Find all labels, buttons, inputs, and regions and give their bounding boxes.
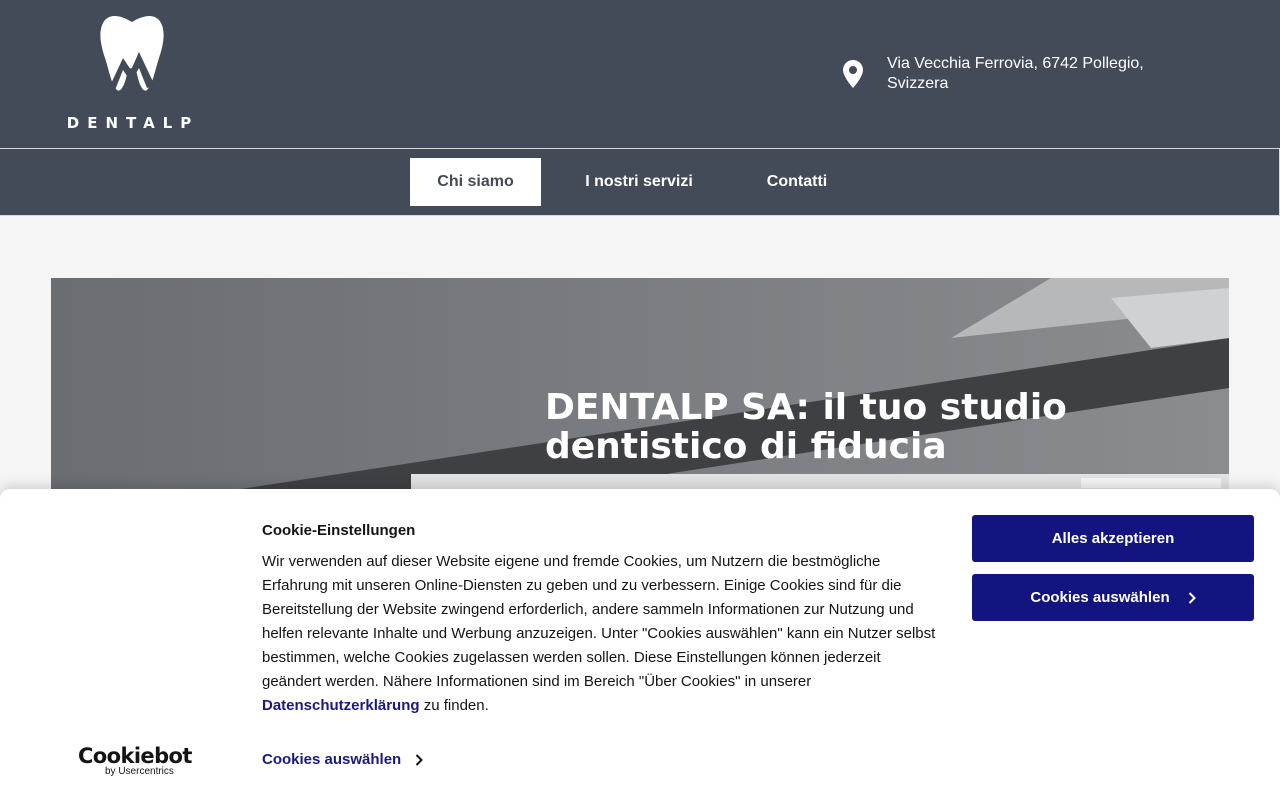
cookie-body: Wir verwenden auf dieser Website eigene … xyxy=(262,550,942,718)
select-cookies-button[interactable]: Cookies auswählen xyxy=(972,574,1254,621)
cookie-body-text: Wir verwenden auf dieser Website eigene … xyxy=(262,553,936,690)
address-block: Via Vecchia Ferrovia, 6742 Pollegio, Svi… xyxy=(843,54,1187,94)
cookie-banner: Cookiebot by Usercentrics Cookie-Einstel… xyxy=(0,489,1280,800)
accept-all-button[interactable]: Alles akzeptieren xyxy=(972,515,1254,562)
cookiebot-brand-sub: by Usercentrics xyxy=(105,766,174,777)
hero-title: DENTALP SA: il tuo studio dentistico di … xyxy=(545,387,1067,467)
location-pin-icon xyxy=(843,60,863,88)
cookiebot-brand: Cookiebot xyxy=(78,744,192,768)
tooth-icon xyxy=(100,16,164,91)
cookie-body-suffix: zu finden. xyxy=(419,697,489,714)
select-cookies-button-label: Cookies auswählen xyxy=(1030,589,1170,606)
cookies-select-link[interactable]: Cookies auswählen xyxy=(262,751,424,768)
hero-banner: DENTALP SA: il tuo studio dentistico di … xyxy=(51,278,1229,518)
nav-item-chi-siamo[interactable]: Chi siamo xyxy=(410,158,541,206)
site-header: DENTALP Via Vecchia Ferrovia, 6742 Polle… xyxy=(0,0,1280,148)
logo-text: DENTALP xyxy=(66,114,200,132)
address-text: Via Vecchia Ferrovia, 6742 Pollegio, Svi… xyxy=(887,55,1144,92)
cookies-select-link-label: Cookies auswählen xyxy=(262,751,402,768)
logo[interactable]: DENTALP xyxy=(60,14,206,134)
nav-item-contatti[interactable]: Contatti xyxy=(740,158,854,206)
cookiebot-logo[interactable]: Cookiebot by Usercentrics xyxy=(78,744,198,777)
chevron-right-icon xyxy=(416,753,424,766)
cookie-title: Cookie-Einstellungen xyxy=(262,522,416,539)
main-nav: Chi siamo I nostri servizi Contatti xyxy=(0,148,1280,216)
privacy-policy-link[interactable]: Datenschutzerklärung xyxy=(262,697,420,714)
nav-item-servizi[interactable]: I nostri servizi xyxy=(566,158,712,206)
chevron-right-icon xyxy=(1188,591,1196,604)
